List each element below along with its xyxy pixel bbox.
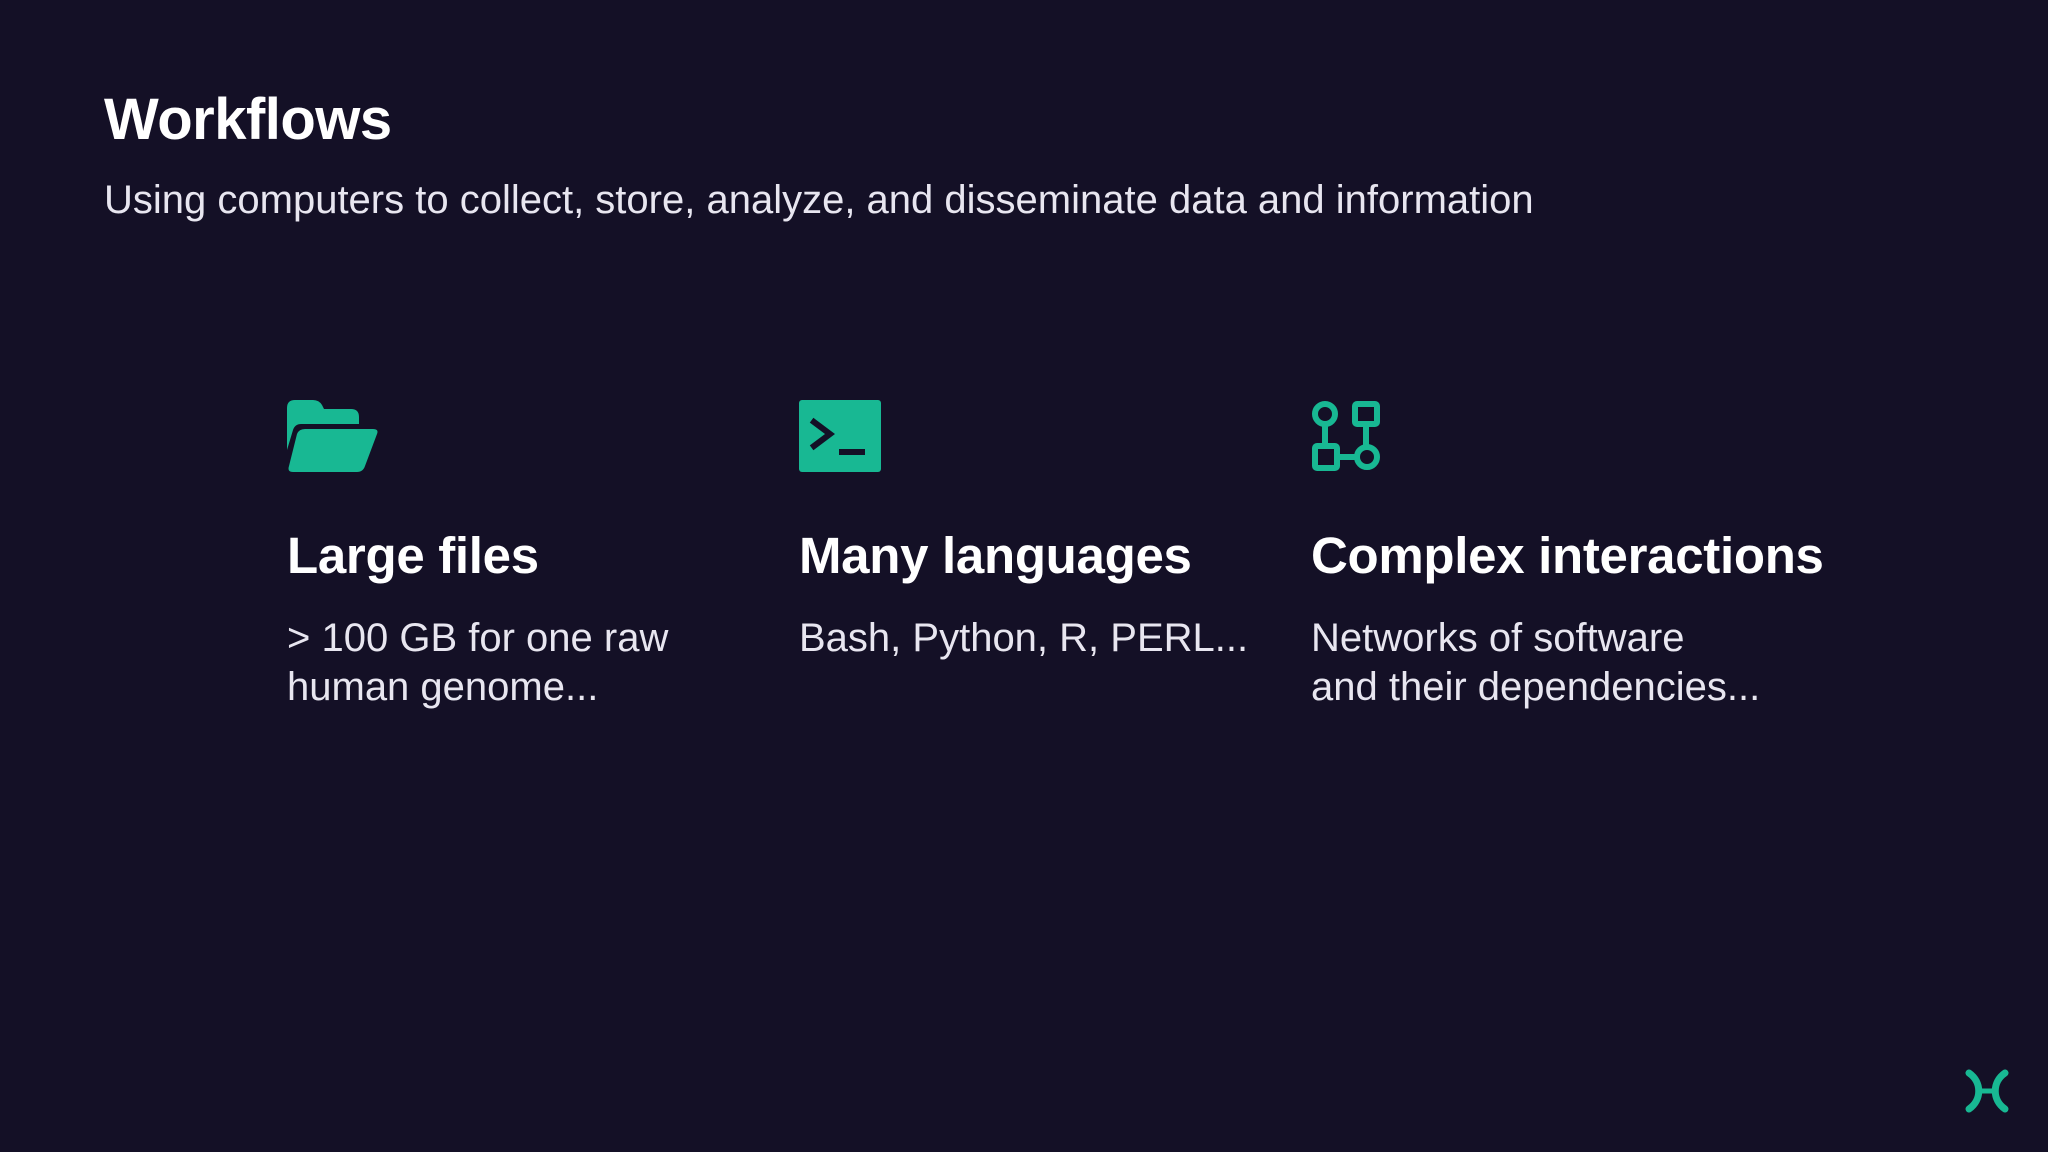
feature-description: Networks of software and their dependenc…: [1311, 614, 1871, 712]
feature-description-line: Bash, Python, R, PERL...: [799, 616, 1249, 661]
workflow-graph-icon: [1312, 401, 1380, 471]
feature-title: Large files: [287, 527, 539, 584]
feature-description-line: > 100 GB for one raw: [287, 616, 669, 661]
feature-many-languages: Many languages Bash, Python, R, PERL...: [799, 400, 1359, 663]
feature-description: Bash, Python, R, PERL...: [799, 614, 1359, 663]
folder-open-icon: [287, 400, 378, 472]
feature-title: Many languages: [799, 527, 1192, 584]
terminal-icon: [799, 400, 881, 472]
feature-large-files: Large files > 100 GB for one raw human g…: [287, 400, 847, 712]
feature-description-line: human genome...: [287, 665, 599, 710]
feature-description-line: and their dependencies...: [1311, 665, 1761, 710]
feature-description-line: Networks of software: [1311, 616, 1685, 661]
slide-title: Workflows: [104, 87, 392, 152]
slide-subtitle: Using computers to collect, store, analy…: [104, 178, 1534, 222]
feature-complex-interactions: Complex interactions Networks of softwar…: [1311, 400, 1871, 712]
feature-title: Complex interactions: [1311, 527, 1824, 584]
feature-description: > 100 GB for one raw human genome...: [287, 614, 847, 712]
nextflow-logo-icon: [1965, 1069, 2009, 1113]
